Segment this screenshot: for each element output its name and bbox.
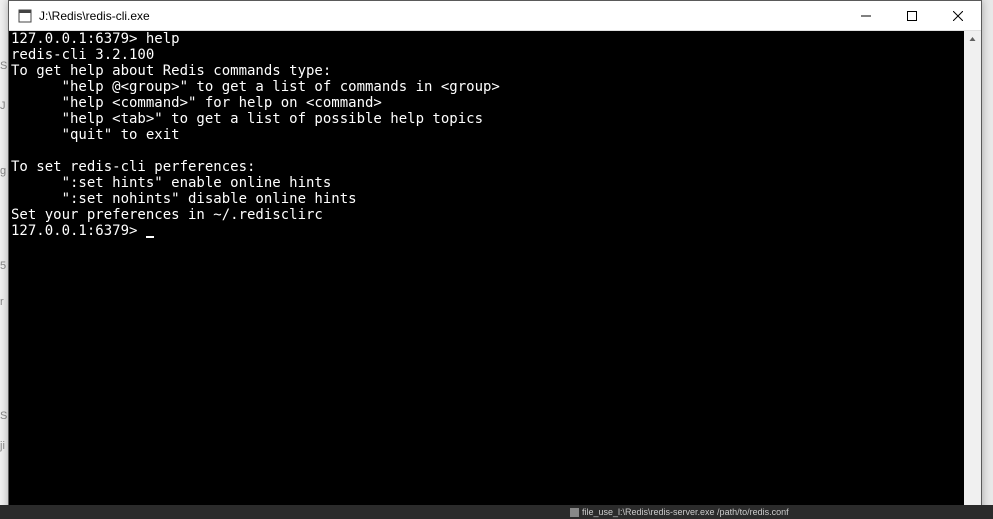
taskbar-item-label: file_use_l:\Redis\redis-server.exe /path… bbox=[582, 507, 789, 517]
console-output[interactable]: 127.0.0.1:6379> help redis-cli 3.2.100 T… bbox=[9, 31, 964, 517]
taskbar[interactable]: file_use_l:\Redis\redis-server.exe /path… bbox=[0, 505, 993, 519]
cursor bbox=[146, 236, 154, 238]
taskbar-item[interactable]: file_use_l:\Redis\redis-server.exe /path… bbox=[570, 507, 789, 517]
minimize-button[interactable] bbox=[843, 1, 889, 30]
window-title: J:\Redis\redis-cli.exe bbox=[39, 9, 843, 23]
maximize-button[interactable] bbox=[889, 1, 935, 30]
console-client-area: 127.0.0.1:6379> help redis-cli 3.2.100 T… bbox=[9, 31, 981, 517]
app-icon bbox=[17, 8, 33, 24]
titlebar[interactable]: J:\Redis\redis-cli.exe bbox=[9, 1, 981, 31]
window-controls bbox=[843, 1, 981, 30]
taskbar-app-icon bbox=[570, 508, 579, 517]
left-edge-partial: S J g 5 r S ji bbox=[0, 0, 8, 505]
console-window: J:\Redis\redis-cli.exe 127.0.0.1:6379> h… bbox=[8, 0, 982, 518]
scrollbar-up-arrow[interactable] bbox=[964, 31, 981, 48]
background-strip bbox=[982, 0, 993, 519]
close-button[interactable] bbox=[935, 1, 981, 30]
vertical-scrollbar[interactable] bbox=[964, 31, 981, 517]
